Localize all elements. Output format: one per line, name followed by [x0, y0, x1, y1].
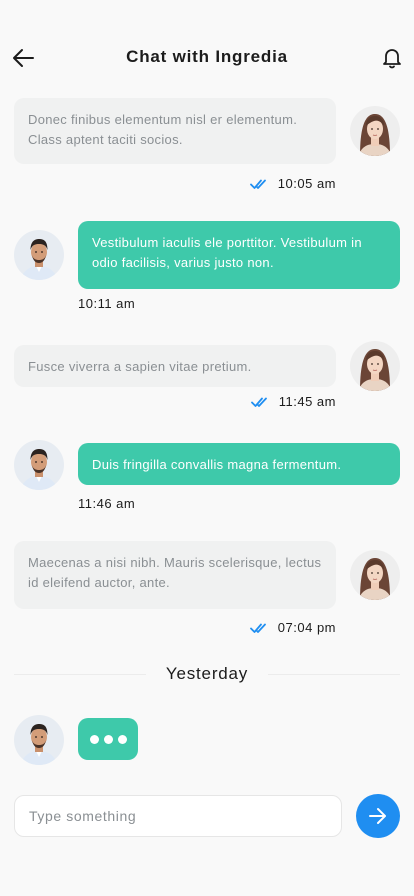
message-bubble-outgoing[interactable]: Vestibulum iaculis ele porttitor. Vestib… — [78, 221, 400, 289]
double-check-icon — [249, 179, 266, 189]
message-time: 11:45 am — [278, 394, 336, 409]
page-title: Chat with Ingredia — [126, 47, 288, 66]
message-bubble-incoming[interactable]: Maecenas a nisi nibh. Mauris scelerisque… — [14, 541, 336, 609]
message-time: 10:05 am — [277, 176, 336, 191]
date-divider: Yesterday — [14, 664, 400, 684]
message-meta: 11:45 am — [250, 394, 336, 409]
divider-line — [268, 674, 400, 675]
arrow-right-icon — [369, 808, 386, 824]
avatar[interactable] — [14, 715, 64, 765]
message-time: 11:46 am — [78, 496, 136, 511]
message-bubble-outgoing[interactable]: Duis fringilla convallis magna fermentum… — [78, 443, 400, 485]
chat-header: Chat with Ingredia — [0, 0, 414, 96]
avatar[interactable] — [350, 341, 400, 391]
message-time: 10:11 am — [78, 296, 136, 311]
avatar[interactable] — [350, 106, 400, 156]
message-bubble-incoming[interactable]: Fusce viverra a sapien vitae pretium. — [14, 345, 336, 387]
message-bubble-incoming[interactable]: Donec finibus elementum nisl er elementu… — [14, 98, 336, 164]
message-meta: 07:04 pm — [249, 620, 336, 635]
typing-dot — [103, 734, 113, 744]
double-check-icon — [250, 397, 267, 407]
send-button[interactable] — [356, 794, 400, 838]
typing-indicator — [78, 718, 138, 760]
message-input[interactable] — [14, 795, 342, 837]
bell-icon — [383, 49, 401, 69]
avatar[interactable] — [14, 440, 64, 490]
avatar[interactable] — [14, 230, 64, 280]
double-check-icon — [249, 623, 266, 633]
typing-dot — [89, 734, 99, 744]
message-time: 07:04 pm — [277, 620, 336, 635]
notifications-button[interactable] — [380, 45, 404, 71]
avatar[interactable] — [350, 550, 400, 600]
typing-dot — [117, 734, 127, 744]
message-meta: 10:05 am — [249, 176, 336, 191]
